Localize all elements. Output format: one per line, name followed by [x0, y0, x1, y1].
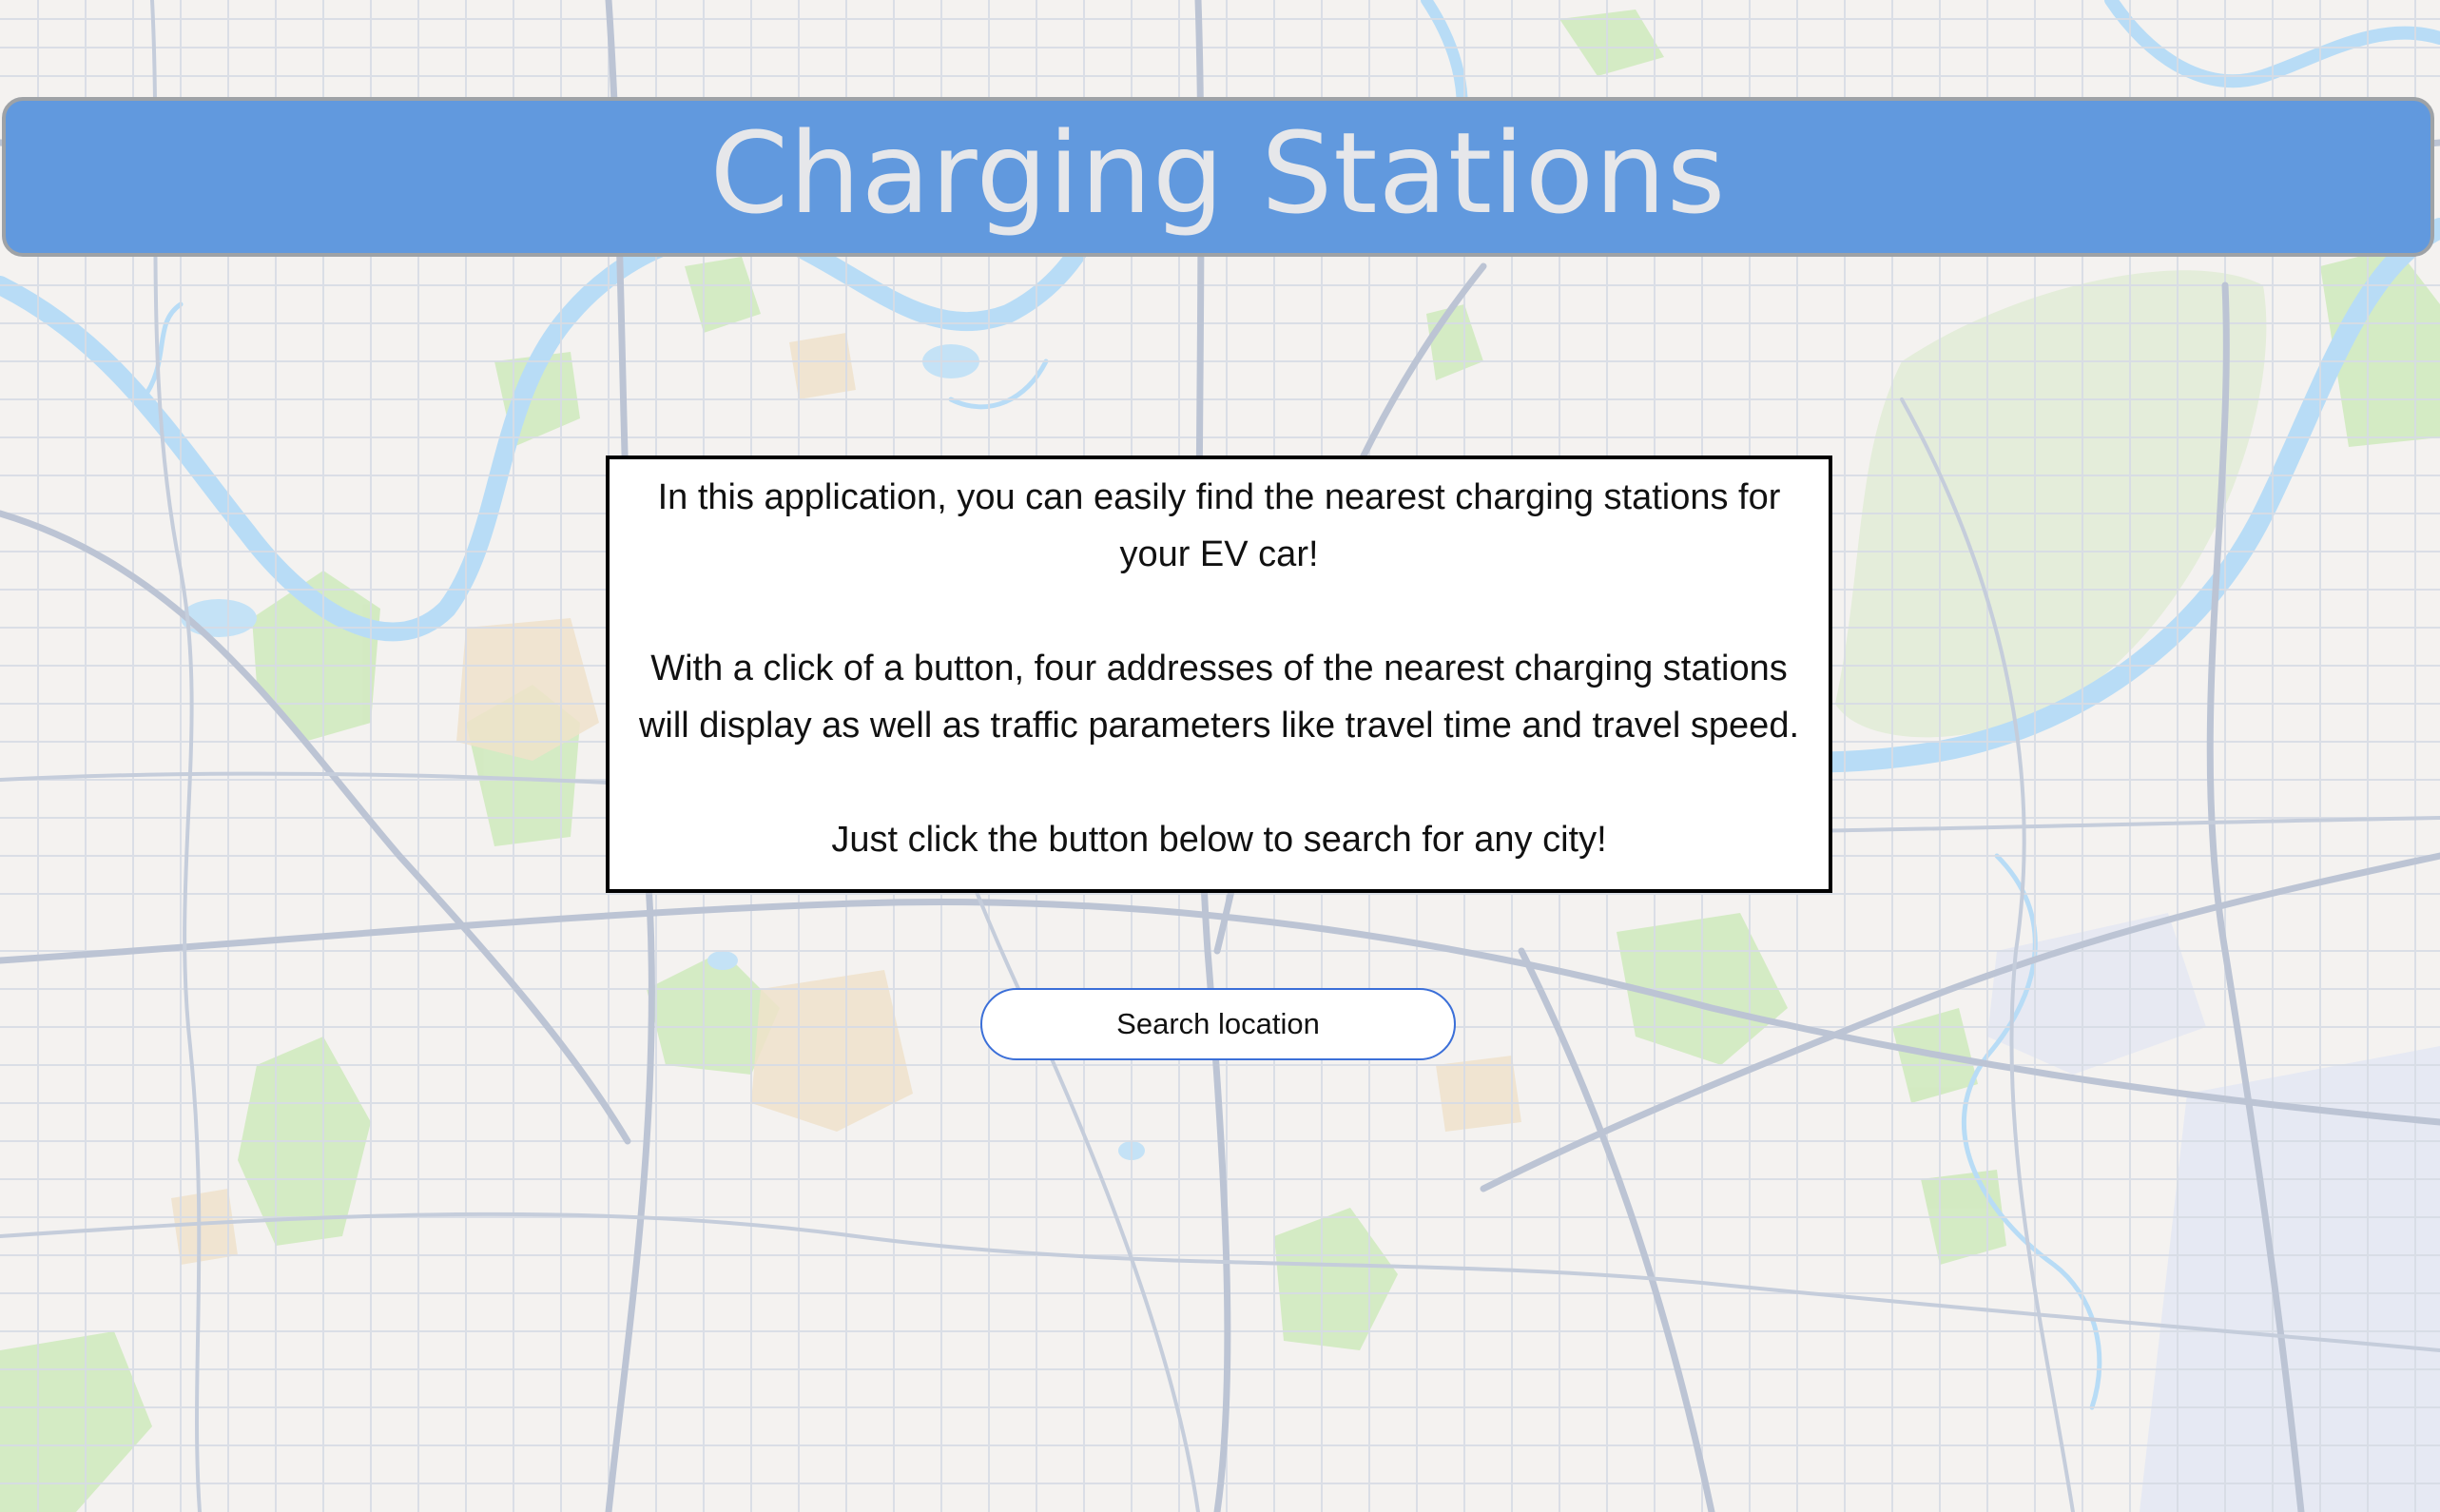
intro-paragraph-2: With a click of a button, four addresses…: [638, 649, 1800, 746]
page: Charging Stations In this application, y…: [0, 0, 2440, 1512]
header-banner: Charging Stations: [2, 97, 2434, 257]
intro-box: In this application, you can easily find…: [606, 456, 1832, 893]
intro-paragraph-3: Just click the button below to search fo…: [831, 820, 1607, 860]
search-location-button[interactable]: Search location: [980, 988, 1456, 1060]
page-title: Charging Stations: [709, 107, 1727, 239]
intro-paragraph-1: In this application, you can easily find…: [657, 477, 1781, 574]
